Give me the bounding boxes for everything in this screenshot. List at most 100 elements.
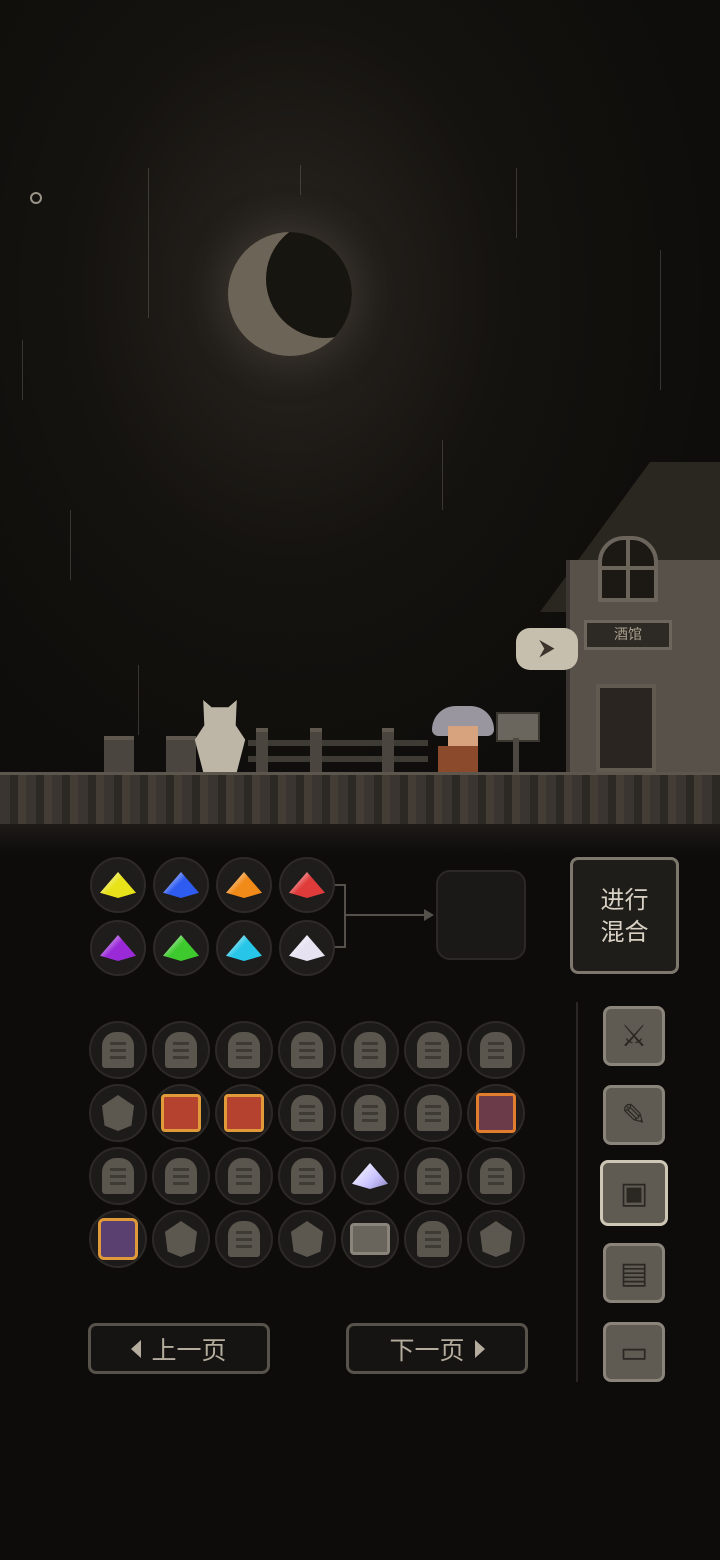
inventory-slot[interactable] — [404, 1147, 462, 1205]
inventory-slot[interactable] — [467, 1084, 525, 1142]
mix-input-slot[interactable] — [216, 857, 272, 913]
red-spellbook-icon — [161, 1094, 201, 1132]
rain-streak — [148, 168, 149, 318]
monster-book-icon — [476, 1093, 516, 1133]
tombstone-icon — [165, 1032, 197, 1068]
inventory-slot[interactable] — [467, 1021, 525, 1079]
rain-streak — [22, 340, 23, 400]
inventory-slot[interactable] — [215, 1021, 273, 1079]
inventory-slot[interactable] — [467, 1210, 525, 1268]
mix-button-line2: 混合 — [600, 917, 649, 946]
inventory-slot[interactable] — [152, 1021, 210, 1079]
mix-input-slot[interactable] — [279, 920, 335, 976]
sparkle-icon — [30, 192, 42, 204]
inventory-slot[interactable] — [341, 1084, 399, 1142]
scroll-quill-icon: ✎ — [621, 1097, 647, 1133]
purple-gem-icon — [100, 935, 136, 961]
inventory-slot[interactable] — [278, 1147, 336, 1205]
next-page-button[interactable]: 下一页 — [346, 1323, 528, 1374]
inventory-slot[interactable] — [278, 1021, 336, 1079]
blue-gem-icon — [163, 872, 199, 898]
tombstone-icon — [480, 1158, 512, 1194]
tombstone-icon — [228, 1032, 260, 1068]
mix-arrow-head-icon — [424, 909, 434, 921]
mix-input-slot[interactable] — [279, 857, 335, 913]
side-menu-button[interactable]: ⚔ — [603, 1006, 665, 1066]
triangle-left-icon — [131, 1339, 142, 1358]
treasure-chest-icon — [350, 1223, 390, 1255]
inventory-slot[interactable] — [89, 1021, 147, 1079]
inventory-slot[interactable] — [89, 1210, 147, 1268]
inventory-slot[interactable] — [89, 1147, 147, 1205]
tombstone-icon — [291, 1095, 323, 1131]
mix-result-slot[interactable] — [436, 870, 526, 960]
player-girl-sprite — [432, 706, 494, 772]
mix-input-slot[interactable] — [90, 857, 146, 913]
fence-post — [104, 736, 134, 776]
inventory-slot[interactable] — [341, 1147, 399, 1205]
inventory-slot[interactable] — [152, 1084, 210, 1142]
tombstone-icon — [291, 1158, 323, 1194]
inventory-slot[interactable] — [278, 1210, 336, 1268]
fence-rail — [248, 756, 428, 762]
prev-page-label: 上一页 — [151, 1335, 227, 1365]
inventory-slot[interactable] — [89, 1084, 147, 1142]
tombstone-icon — [228, 1221, 260, 1257]
inventory-slot[interactable] — [341, 1021, 399, 1079]
side-menu-button[interactable]: ▭ — [603, 1322, 665, 1382]
fence-post — [256, 728, 268, 776]
side-menu-button[interactable]: ▤ — [603, 1243, 665, 1303]
fence-post — [382, 728, 394, 776]
fence-rail — [248, 740, 428, 746]
mailbox-post — [513, 738, 519, 772]
inventory-slot[interactable] — [467, 1147, 525, 1205]
tombstone-icon — [102, 1032, 134, 1068]
house-door[interactable] — [596, 684, 656, 772]
inventory-slot[interactable] — [341, 1210, 399, 1268]
white-crystal-icon — [352, 1163, 388, 1189]
exit-door-icon[interactable]: ⮞ — [516, 628, 578, 670]
rain-streak — [70, 510, 71, 580]
rain-streak — [300, 165, 301, 195]
tombstone-icon — [354, 1032, 386, 1068]
mix-bracket — [332, 884, 346, 948]
tombstone-icon — [165, 1158, 197, 1194]
tombstone-icon — [480, 1032, 512, 1068]
side-menu-button[interactable]: ▣ — [600, 1160, 668, 1226]
crescent-moon — [228, 232, 352, 356]
fence-post — [166, 736, 196, 776]
mix-input-slot[interactable] — [153, 920, 209, 976]
inventory-slot[interactable] — [215, 1147, 273, 1205]
inventory-slot[interactable] — [404, 1021, 462, 1079]
inventory-slot[interactable] — [152, 1147, 210, 1205]
mix-input-slot[interactable] — [216, 920, 272, 976]
fence-post — [310, 728, 322, 776]
inventory-slot[interactable] — [404, 1210, 462, 1268]
tombstone-icon — [417, 1095, 449, 1131]
mix-button[interactable]: 进行 混合 — [570, 857, 679, 974]
triangle-right-icon — [474, 1339, 485, 1358]
ore-rock-icon — [102, 1095, 134, 1131]
side-menu-button[interactable]: ✎ — [603, 1085, 665, 1145]
next-page-label: 下一页 — [389, 1335, 465, 1365]
house-window — [598, 536, 658, 602]
inventory-slot[interactable] — [278, 1084, 336, 1142]
ore-rock-icon — [165, 1221, 197, 1257]
inventory-slot[interactable] — [152, 1210, 210, 1268]
inventory-slot[interactable] — [215, 1084, 273, 1142]
tombstone-icon — [417, 1158, 449, 1194]
computer-icon: ▭ — [619, 1334, 649, 1370]
rain-streak — [660, 250, 661, 390]
red-gem-icon — [289, 872, 325, 898]
sword-icon: ⚔ — [620, 1018, 648, 1054]
mix-input-slot[interactable] — [90, 920, 146, 976]
inventory-slot[interactable] — [215, 1210, 273, 1268]
green-gem-icon — [163, 935, 199, 961]
ore-rock-icon — [480, 1221, 512, 1257]
prev-page-button[interactable]: 上一页 — [88, 1323, 270, 1374]
mix-input-slot[interactable] — [153, 857, 209, 913]
ground-shadow — [0, 824, 720, 854]
ore-rock-icon — [291, 1221, 323, 1257]
inventory-slot[interactable] — [404, 1084, 462, 1142]
orange-gem-icon — [226, 872, 262, 898]
